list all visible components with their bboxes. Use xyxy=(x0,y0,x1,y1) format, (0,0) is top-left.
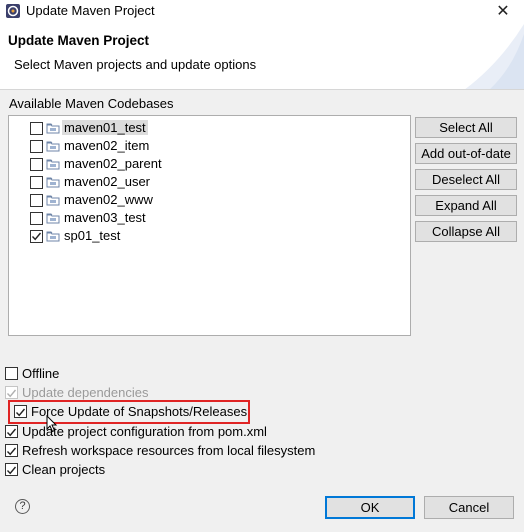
close-icon: ✕ xyxy=(496,3,510,20)
maven-project-folder-icon xyxy=(46,229,60,243)
mouse-cursor-icon xyxy=(46,415,58,433)
codebase-checkbox[interactable] xyxy=(30,230,43,243)
maven-project-folder-icon xyxy=(46,193,60,207)
banner-decoration xyxy=(465,24,524,89)
maven-project-folder-icon xyxy=(46,139,60,153)
codebase-item[interactable]: maven02_www xyxy=(9,191,410,209)
cancel-button[interactable]: Cancel xyxy=(424,496,514,519)
clean-projects-label: Clean projects xyxy=(22,462,106,477)
select-all-button[interactable]: Select All xyxy=(415,117,517,138)
update-config-label: Update project configuration from pom.xm… xyxy=(22,424,267,439)
codebase-label: maven03_test xyxy=(64,210,146,225)
codebase-checkbox[interactable] xyxy=(30,212,43,225)
maven-project-folder-icon xyxy=(46,175,60,189)
window-title: Update Maven Project xyxy=(26,3,155,18)
help-icon[interactable]: ? xyxy=(15,499,30,514)
ok-button[interactable]: OK xyxy=(325,496,415,519)
title-bar: Update Maven Project ✕ xyxy=(0,0,524,24)
codebase-tree[interactable]: maven01_test maven02_item maven02_parentma… xyxy=(8,115,411,336)
deselect-all-button[interactable]: Deselect All xyxy=(415,169,517,190)
close-button[interactable]: ✕ xyxy=(488,0,518,22)
codebase-label: sp01_test xyxy=(64,228,121,243)
update-dependencies-label: Update dependencies xyxy=(22,385,149,400)
codebase-checkbox[interactable] xyxy=(30,158,43,171)
dialog-description: Select Maven projects and update options xyxy=(14,57,257,72)
codebase-label: maven01_test xyxy=(62,120,148,135)
clean-projects-checkbox[interactable] xyxy=(5,463,18,476)
dialog-header: Update Maven Project Select Maven projec… xyxy=(0,24,524,90)
refresh-workspace-checkbox[interactable] xyxy=(5,444,18,457)
dialog-title: Update Maven Project xyxy=(8,33,150,48)
codebases-label: Available Maven Codebases xyxy=(9,96,174,111)
expand-all-button[interactable]: Expand All xyxy=(415,195,517,216)
codebase-checkbox[interactable] xyxy=(30,194,43,207)
codebase-item[interactable]: maven02_user xyxy=(9,173,410,191)
codebase-item[interactable]: maven01_test xyxy=(9,119,410,137)
codebase-label: maven02_user xyxy=(64,174,150,189)
update-dependencies-checkbox[interactable] xyxy=(5,386,18,399)
maven-window-icon xyxy=(6,4,20,18)
codebase-checkbox[interactable] xyxy=(30,140,43,153)
offline-checkbox[interactable] xyxy=(5,367,18,380)
refresh-workspace-label: Refresh workspace resources from local f… xyxy=(22,443,316,458)
codebase-label: maven02_item xyxy=(64,138,150,153)
highlight-annotation xyxy=(8,400,250,424)
codebase-item[interactable]: maven03_test xyxy=(9,209,410,227)
codebase-item[interactable]: maven02_item xyxy=(9,137,410,155)
codebase-checkbox[interactable] xyxy=(30,122,43,135)
codebase-item[interactable]: maven02_parent xyxy=(9,155,410,173)
maven-project-folder-icon xyxy=(46,211,60,225)
codebase-item[interactable]: sp01_test xyxy=(9,227,410,245)
maven-project-folder-icon xyxy=(46,121,60,135)
add-out-of-date-button[interactable]: Add out-of-date xyxy=(415,143,517,164)
offline-label: Offline xyxy=(22,366,60,381)
update-config-checkbox[interactable] xyxy=(5,425,18,438)
maven-project-folder-icon xyxy=(46,157,60,171)
codebase-checkbox[interactable] xyxy=(30,176,43,189)
codebase-label: maven02_www xyxy=(64,192,153,207)
codebase-label: maven02_parent xyxy=(64,156,162,171)
collapse-all-button[interactable]: Collapse All xyxy=(415,221,517,242)
